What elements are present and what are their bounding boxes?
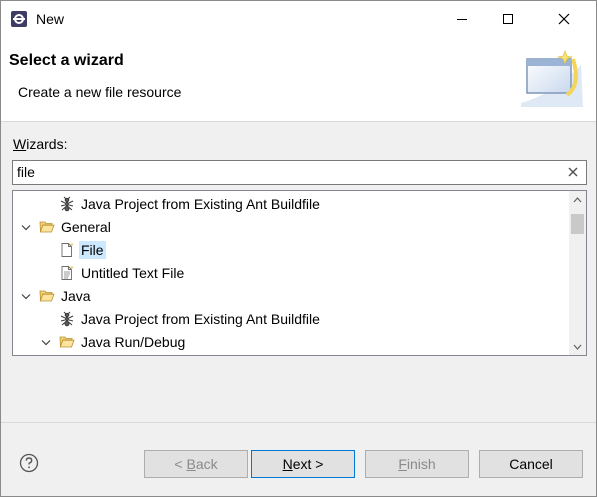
back-button[interactable]: < Back bbox=[144, 450, 248, 478]
minimize-button[interactable] bbox=[439, 1, 485, 37]
page-description: Create a new file resource bbox=[18, 84, 182, 100]
close-icon bbox=[558, 13, 570, 25]
tree-item-label: General bbox=[61, 219, 111, 235]
title-bar: New bbox=[1, 1, 596, 37]
wizard-tree[interactable]: Java Project from Existing Ant Buildfile… bbox=[12, 190, 587, 356]
next-button[interactable]: Next > bbox=[251, 450, 355, 478]
back-button-label: < Back bbox=[174, 456, 218, 472]
tree-item[interactable]: General bbox=[19, 216, 113, 238]
folder-open-icon bbox=[59, 334, 75, 350]
chevron-down-icon[interactable] bbox=[19, 289, 33, 303]
text-file-icon bbox=[59, 265, 75, 281]
maximize-icon bbox=[503, 14, 513, 24]
clear-icon[interactable] bbox=[565, 163, 581, 181]
wizard-filter-field[interactable] bbox=[12, 160, 587, 185]
wizards-label: Wizards: bbox=[13, 136, 68, 152]
ant-icon bbox=[59, 196, 75, 212]
tree-item[interactable]: File bbox=[39, 239, 106, 261]
chevron-down-icon[interactable] bbox=[39, 335, 53, 349]
new-file-icon bbox=[59, 242, 75, 258]
page-title: Select a wizard bbox=[9, 52, 124, 69]
tree-item-label: Untitled Text File bbox=[81, 265, 185, 281]
finish-button[interactable]: Finish bbox=[365, 450, 469, 478]
tree-item[interactable]: Java Project from Existing Ant Buildfile bbox=[39, 193, 322, 215]
help-icon[interactable] bbox=[19, 453, 39, 473]
scroll-thumb[interactable] bbox=[571, 214, 584, 234]
close-button[interactable] bbox=[541, 1, 587, 37]
wizard-banner-icon bbox=[521, 50, 583, 107]
eclipse-icon bbox=[11, 11, 27, 27]
tree-scrollbar[interactable] bbox=[569, 191, 586, 355]
scroll-down-button[interactable] bbox=[569, 338, 586, 355]
tree-item-label: Java Project from Existing Ant Buildfile bbox=[81, 196, 320, 212]
cancel-button[interactable]: Cancel bbox=[479, 450, 583, 478]
tree-item[interactable]: Java bbox=[19, 285, 93, 307]
tree-item-label: Java bbox=[61, 288, 91, 304]
wizard-filter-input[interactable] bbox=[17, 163, 557, 181]
cancel-button-label: Cancel bbox=[509, 456, 553, 472]
footer-separator bbox=[1, 422, 596, 423]
folder-open-icon bbox=[39, 219, 55, 235]
tree-item[interactable]: Java Project from Existing Ant Buildfile bbox=[39, 308, 322, 330]
folder-open-icon bbox=[39, 288, 55, 304]
next-button-label: Next > bbox=[282, 456, 324, 472]
tree-item-label: Java Run/Debug bbox=[81, 334, 186, 350]
tree-item[interactable]: Untitled Text File bbox=[39, 262, 186, 284]
chevron-down-icon[interactable] bbox=[19, 220, 33, 234]
tree-item[interactable]: Java Run/Debug bbox=[39, 331, 187, 353]
tree-item-label: File bbox=[79, 241, 106, 259]
ant-icon bbox=[59, 311, 75, 327]
new-wizard-dialog: New Select a wizard Create a new file re… bbox=[0, 0, 597, 497]
minimize-icon bbox=[457, 18, 467, 20]
wizard-header: Select a wizard Create a new file resour… bbox=[1, 37, 596, 122]
scroll-up-button[interactable] bbox=[569, 191, 586, 208]
maximize-button[interactable] bbox=[485, 1, 531, 37]
tree-item-label: Java Project from Existing Ant Buildfile bbox=[81, 311, 320, 327]
finish-button-label: Finish bbox=[398, 456, 436, 472]
window-title: New bbox=[36, 11, 65, 27]
